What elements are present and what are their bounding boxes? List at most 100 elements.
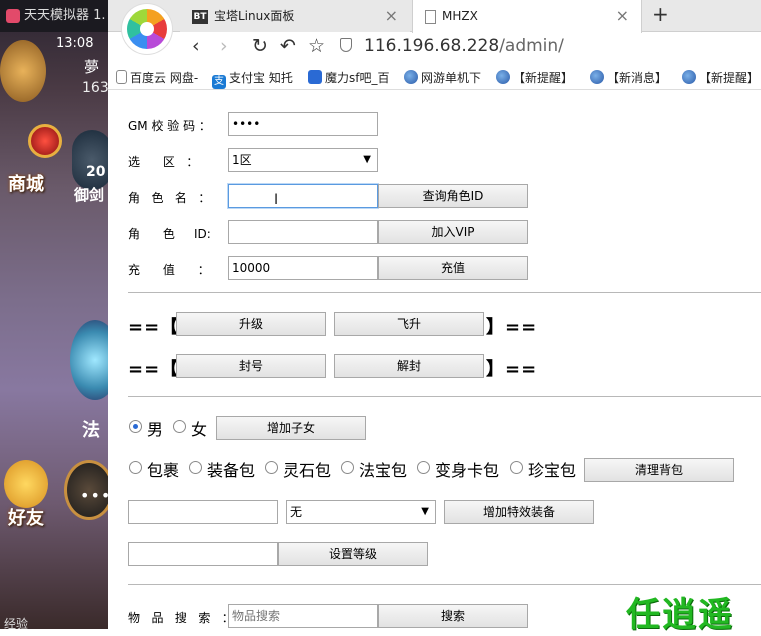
globe-icon — [682, 70, 696, 84]
game-scroll-icon[interactable] — [0, 40, 46, 102]
recharge-input[interactable] — [228, 256, 378, 280]
unban-account-button[interactable]: 解封 — [334, 354, 484, 378]
globe-icon — [496, 70, 510, 84]
bookmark-label: 【新消息】 — [607, 71, 668, 85]
bracket-right: 】== — [486, 317, 538, 338]
bookmark-baiduyun[interactable]: 百度云 网盘- — [116, 69, 198, 86]
bookmark-molisf[interactable]: 魔力sf吧_百 — [308, 69, 389, 86]
bt-icon: BT — [192, 9, 208, 24]
add-child-button[interactable]: 增加子女 — [216, 416, 366, 440]
search-button[interactable]: 搜索 — [378, 604, 528, 628]
back-button[interactable]: ‹ — [192, 35, 200, 57]
game-player-level: 163 — [82, 80, 108, 96]
game-count: 20 — [86, 164, 106, 180]
game-shop-label[interactable]: 商城 — [8, 170, 44, 196]
bookmark-label: 支付宝 知托 — [229, 71, 293, 85]
bag-radio-transform-card[interactable] — [417, 461, 430, 474]
divider — [128, 396, 761, 397]
new-tab-button[interactable]: + — [652, 2, 669, 26]
game-sword-label[interactable]: 御剑 — [74, 184, 104, 205]
reload-button[interactable]: ↻ — [252, 35, 268, 57]
baidu-paw-icon — [308, 70, 322, 84]
bag-radio-spirit-stone[interactable] — [265, 461, 278, 474]
globe-icon — [590, 70, 604, 84]
recharge-label: 充 值 ： — [128, 263, 210, 277]
text-cursor-icon: I — [274, 192, 279, 208]
bag-radio-treasure[interactable] — [341, 461, 354, 474]
female-radio[interactable] — [173, 420, 186, 433]
browser-window: BT 宝塔Linux面板 × MHZX × + ‹ › ↻ ↶ ☆ 116.196… — [108, 0, 761, 635]
emulator-titlebar: 天天模拟器 1. — [0, 0, 108, 32]
game-skill-orb-icon[interactable] — [70, 320, 108, 400]
item-search-label: 物 品 搜 索 ： — [128, 611, 234, 625]
bookmark-new-reminder-2[interactable]: 【新提醒】 — [682, 69, 759, 86]
divider — [128, 292, 761, 293]
add-vip-button[interactable]: 加入VIP — [378, 220, 528, 244]
close-icon[interactable]: × — [616, 0, 629, 32]
bag-radio-rare-treasure[interactable] — [510, 461, 523, 474]
bag-label: 法宝包 — [359, 461, 408, 480]
ban-account-button[interactable]: 封号 — [176, 354, 326, 378]
role-id-label: 角 色 ID: — [128, 227, 211, 241]
game-shop-icon[interactable] — [28, 124, 62, 158]
role-name-input[interactable] — [228, 184, 378, 208]
effect-selected: 无 — [290, 505, 303, 519]
game-friend-label[interactable]: 好友 — [8, 504, 44, 530]
recharge-button[interactable]: 充值 — [378, 256, 528, 280]
browser-logo-icon[interactable] — [122, 4, 172, 54]
effect-select[interactable]: 无 ▼ — [286, 500, 436, 524]
zone-label: 选 区 ： — [128, 155, 199, 169]
bag-label: 装备包 — [207, 461, 256, 480]
zone-select[interactable]: 1区 ▼ — [228, 148, 378, 172]
bookmark-alipay[interactable]: 支支付宝 知托 — [212, 69, 293, 89]
game-fa-label: 法 — [82, 420, 100, 441]
gm-code-input[interactable] — [228, 112, 378, 136]
bookmark-new-reminder-1[interactable]: 【新提醒】 — [496, 69, 573, 86]
level-up-button[interactable]: 升级 — [176, 312, 326, 336]
undo-close-button[interactable]: ↶ — [280, 35, 296, 57]
admin-page: GM 校 验 码 ： 选 区 ： 1区 ▼ 角 色 名 ： I 查询角色ID 角… — [108, 91, 761, 635]
tab-baota[interactable]: BT 宝塔Linux面板 × — [180, 0, 410, 32]
role-id-input[interactable] — [228, 220, 378, 244]
bracket-left: ==【 — [128, 317, 180, 338]
bag-label: 珍宝包 — [528, 461, 577, 480]
ascend-button[interactable]: 飞升 — [334, 312, 484, 336]
game-chat-dots[interactable]: ••• — [80, 486, 108, 505]
forward-button[interactable]: › — [220, 35, 228, 57]
shield-icon[interactable] — [340, 38, 352, 52]
equipment-id-input[interactable] — [128, 500, 278, 524]
bookmark-label: 【新提醒】 — [699, 71, 760, 85]
emulator-window: 天天模拟器 1. 13:08 夢 163 商城 20 御剑 法 ••• 好友 经… — [0, 0, 108, 629]
bag-label: 灵石包 — [283, 461, 332, 480]
bookmark-wangyou[interactable]: 网游单机下 — [404, 69, 481, 86]
game-sword-icon[interactable] — [72, 130, 108, 190]
bracket-left: ==【 — [128, 359, 180, 380]
item-search-input[interactable] — [228, 604, 378, 628]
close-icon[interactable]: × — [385, 0, 398, 32]
tab-mhzx[interactable]: MHZX × — [412, 0, 642, 33]
bookmark-new-message[interactable]: 【新消息】 — [590, 69, 667, 86]
bookmark-label: 【新提醒】 — [513, 71, 574, 85]
game-friend-icon[interactable] — [4, 460, 48, 508]
bookmark-label: 百度云 网盘- — [130, 71, 199, 85]
chevron-down-icon: ▼ — [421, 506, 429, 517]
level-input[interactable] — [128, 542, 278, 566]
bag-radio-package[interactable] — [129, 461, 142, 474]
query-role-id-button[interactable]: 查询角色ID — [378, 184, 528, 208]
bookmark-star-button[interactable]: ☆ — [308, 35, 325, 57]
bag-radio-equipment[interactable] — [189, 461, 202, 474]
page-icon — [425, 9, 436, 24]
bracket-right: 】== — [486, 359, 538, 380]
tab-label: MHZX — [442, 9, 478, 23]
bag-label: 变身卡包 — [435, 461, 500, 480]
game-player-name: 夢 — [84, 58, 100, 76]
bookmark-label: 魔力sf吧_百 — [325, 71, 390, 85]
clear-bag-button[interactable]: 清理背包 — [584, 458, 734, 482]
address-bar[interactable]: 116.196.68.228/admin/ — [364, 36, 564, 56]
add-effect-equipment-button[interactable]: 增加特效装备 — [444, 500, 594, 524]
male-radio[interactable] — [129, 420, 142, 433]
set-level-button[interactable]: 设置等级 — [278, 542, 428, 566]
zone-selected: 1区 — [232, 153, 252, 167]
emulator-logo-icon — [6, 9, 20, 23]
alipay-icon: 支 — [212, 75, 226, 89]
